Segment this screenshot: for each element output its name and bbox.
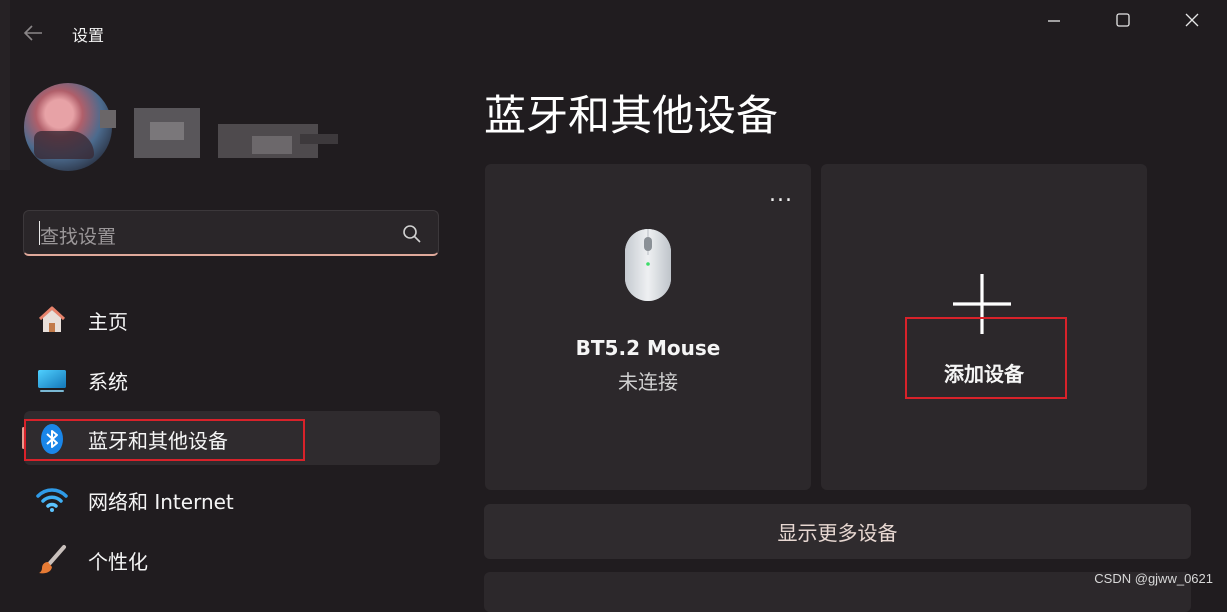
window-title: 设置	[72, 26, 105, 45]
search-icon[interactable]	[402, 224, 422, 244]
home-icon	[36, 304, 68, 336]
sidebar-item-label: 网络和 Internet	[88, 490, 234, 514]
search-box[interactable]: 查找设置	[23, 210, 439, 256]
sidebar-item-system[interactable]: 系统	[24, 352, 440, 406]
watermark: CSDN @gjww_0621	[1094, 571, 1213, 586]
sidebar-item-label: 个性化	[88, 550, 148, 574]
sidebar-item-network[interactable]: 网络和 Internet	[24, 472, 440, 526]
maximize-icon	[1116, 13, 1130, 27]
device-status: 未连接	[618, 370, 678, 394]
highlight-box-add-device	[905, 317, 1067, 399]
sidebar-item-label: 系统	[88, 370, 128, 394]
highlight-box-bluetooth	[24, 419, 305, 461]
wifi-icon	[36, 484, 68, 516]
user-avatar[interactable]	[24, 83, 112, 171]
close-button[interactable]	[1174, 8, 1210, 32]
close-icon	[1185, 13, 1199, 27]
device-card-mouse[interactable]: ... BT5.2 Mouse 未连接	[485, 164, 811, 490]
profile-name-blurred	[100, 104, 340, 160]
page-title: 蓝牙和其他设备	[484, 91, 779, 140]
device-name: BT5.2 Mouse	[575, 336, 721, 360]
sidebar-item-label: 主页	[88, 310, 128, 334]
back-arrow-icon[interactable]	[22, 22, 44, 44]
show-more-devices-button[interactable]: 显示更多设备	[484, 504, 1191, 559]
brush-icon	[36, 544, 68, 576]
background-window-edge	[0, 0, 10, 170]
maximize-button[interactable]	[1105, 8, 1141, 32]
next-section-card[interactable]	[484, 572, 1191, 612]
minimize-button[interactable]	[1036, 8, 1072, 32]
more-options-button[interactable]: ...	[769, 184, 793, 206]
mouse-icon	[624, 228, 672, 302]
sidebar-item-home[interactable]: 主页	[24, 292, 440, 346]
system-icon	[36, 364, 68, 396]
search-input[interactable]: 查找设置	[40, 222, 116, 249]
sidebar-item-personalization[interactable]: 个性化	[24, 532, 440, 586]
